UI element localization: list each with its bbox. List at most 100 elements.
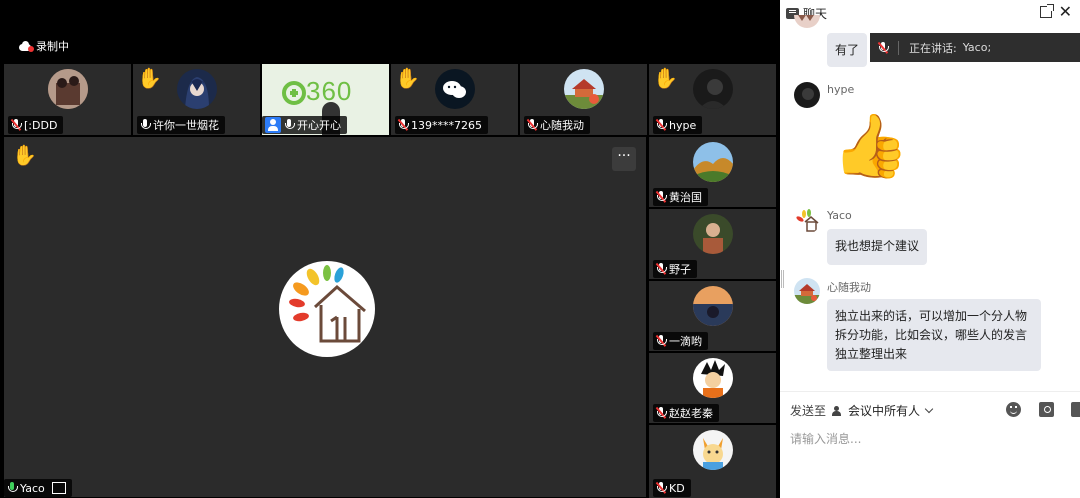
avatar [177,69,217,109]
mic-muted-icon [655,482,667,494]
message-input[interactable]: 请输入消息... [790,430,861,447]
participant-name: [:DDD [24,118,58,132]
participant-name: 开心开心 [297,119,341,132]
host-icon [265,117,281,133]
participant-name-tag: 心随我动 [524,116,590,134]
chevron-down-icon [924,404,934,414]
avatar [693,214,733,254]
avatar [794,278,820,304]
mic-active-icon [7,482,18,494]
speaker-avatar [279,261,375,357]
avatar [693,69,733,109]
mic-muted-icon [655,407,667,419]
send-to-label: 发送至 [790,404,827,418]
participant-name-tag: 赵赵老秦 [653,404,719,422]
file-icon[interactable] [1039,402,1054,417]
participant-tile[interactable]: 一滴哟 [649,281,776,351]
raised-hand-icon: ✋ [395,66,420,90]
send-to-selector[interactable]: 发送至 会议中所有人 [790,402,934,419]
avatar [564,69,604,109]
participant-tile[interactable]: ✋ 许你一世烟花 [133,64,260,135]
recording-label: 录制中 [36,40,69,53]
close-icon[interactable]: ✕ [1059,2,1072,21]
meeting-window: 录制中 [:DDD ✋ 许你一世烟花 360 开心开心 ✋ 139****726… [0,0,1080,498]
avatar [48,69,88,109]
avatar [693,358,733,398]
mic-muted-icon [877,41,889,54]
participant-tile[interactable]: KD [649,425,776,498]
mic-muted-icon [526,119,538,131]
speaking-prefix: 正在讲话: [909,41,957,55]
mic-muted-icon [655,335,667,347]
participant-name: 一滴哟 [669,335,702,348]
avatar [794,82,820,108]
chat-message-bubble: 有了 [827,33,868,67]
participant-tile[interactable]: 野子 [649,209,776,279]
participant-name-tag: Yaco [4,479,72,497]
participant-name-tag: 许你一世烟花 [137,116,225,134]
recording-indicator[interactable]: 录制中 [18,38,69,54]
participant-tile[interactable]: [:DDD [4,64,131,135]
avatar [693,286,733,326]
participant-tile[interactable]: 黄治国 [649,137,776,207]
message-text: 独立出来的话，可以增加一个分人物拆分功能，比如会议，哪些人的发言独立整理出来 [835,309,1028,361]
raised-hand-icon: ✋ [137,66,162,90]
mic-muted-icon [655,119,667,131]
more-options-button[interactable]: ··· [612,147,636,171]
participant-tile[interactable]: ✋ 139****7265 [391,64,518,135]
message-sender: Yaco [827,209,852,222]
mic-muted-icon [10,119,22,131]
message-sender: hype [827,83,855,96]
send-to-target: 会议中所有人 [848,404,921,418]
message-sender: 心随我动 [827,281,871,294]
speaking-indicator: 正在讲话: Yaco; [870,33,1080,62]
mic-icon [284,119,295,131]
participant-name-tag: KD [653,479,691,497]
participant-name: KD [669,481,685,495]
participant-name: 许你一世烟花 [153,119,219,132]
chat-panel: 聊天 ✕ 有了 正在讲话: Yaco; hype 👍 Yaco 我也想提个建议 … [780,0,1080,498]
house-logo-icon [289,265,366,343]
mic-icon [140,119,151,131]
participant-tile-screen[interactable]: 360 开心开心 [262,64,389,135]
avatar [435,69,475,109]
emoji-icon[interactable] [1006,402,1021,417]
participant-tile[interactable]: ✋ hype [649,64,776,135]
more-tools-icon[interactable] [1071,402,1080,417]
participant-name-tag: hype [653,116,703,134]
cloud-recording-icon [18,41,34,52]
resize-handle[interactable] [781,270,784,288]
avatar [794,208,820,234]
speaking-name: Yaco; [962,41,992,54]
chat-message-bubble: 独立出来的话，可以增加一个分人物拆分功能，比如会议，哪些人的发言独立整理出来 [827,299,1041,371]
avatar [693,430,733,470]
participant-name: hype [669,118,697,132]
chat-header: 聊天 ✕ [780,0,1080,26]
avatar [693,142,733,182]
participant-name-tag: 139****7265 [395,116,488,134]
participant-tile[interactable]: 赵赵老秦 [649,353,776,423]
participant-tile[interactable]: 心随我动 [520,64,647,135]
people-icon [832,405,842,416]
video-area: 录制中 [:DDD ✋ 许你一世烟花 360 开心开心 ✋ 139****726… [0,0,780,498]
mic-muted-icon [655,263,667,275]
thumbs-up-sticker: 👍 [832,109,910,182]
participant-name-tag: 野子 [653,260,697,278]
fullscreen-icon[interactable] [51,482,66,494]
mic-muted-icon [655,191,667,203]
participant-name: Yaco [20,481,45,495]
raised-hand-icon: ✋ [12,143,37,167]
participant-name-tag: [:DDD [8,116,64,134]
main-speaker-tile[interactable]: ✋ ··· Yaco [4,137,646,497]
participant-name: 野子 [669,263,691,276]
message-text: 我也想提个建议 [835,239,920,253]
participant-name-tag: 黄治国 [653,188,708,206]
popout-icon[interactable] [1040,4,1054,18]
raised-hand-icon: ✋ [653,66,678,90]
message-text: 有了 [835,43,860,57]
participant-name-tag: 开心开心 [262,116,347,134]
chat-message-bubble: 我也想提个建议 [827,229,928,265]
participant-name: 心随我动 [540,119,584,132]
participant-name: 139****7265 [411,118,482,132]
mic-muted-icon [397,119,409,131]
